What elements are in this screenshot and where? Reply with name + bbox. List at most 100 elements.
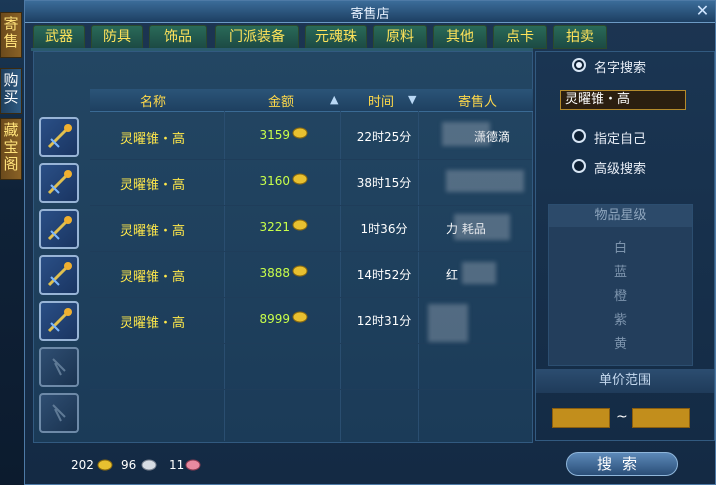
- item-slot[interactable]: [39, 163, 79, 203]
- rarity-orange[interactable]: 橙: [549, 285, 692, 304]
- table-row[interactable]: 灵曜锥・高 3888 14时52分 红: [34, 252, 532, 298]
- radio-self[interactable]: [572, 129, 586, 143]
- item-price: 3221: [259, 220, 290, 234]
- tab-soul-orb[interactable]: 元魂珠: [305, 25, 367, 49]
- silver-amount: 96: [121, 458, 137, 472]
- min-price-input[interactable]: [552, 408, 610, 428]
- item-time-left: 38时15分: [356, 176, 412, 190]
- side-tab-treasure[interactable]: 藏宝阁: [0, 118, 22, 180]
- side-tab-buy-label: 购买: [3, 71, 19, 106]
- table-row[interactable]: 灵曜锥・高 3221 1时36分 力 耗品: [34, 206, 532, 252]
- tab-other[interactable]: 其他: [433, 25, 487, 49]
- gold-coin-icon: [292, 127, 308, 139]
- item-slot[interactable]: [39, 209, 79, 249]
- row-background: [90, 390, 532, 435]
- item-name: 灵曜锥・高: [120, 132, 186, 147]
- tab-accessory[interactable]: 饰品: [149, 25, 207, 49]
- tab-auction[interactable]: 拍卖: [553, 25, 607, 49]
- price-range-title: 单价范围: [536, 369, 714, 393]
- table-row[interactable]: 灵曜锥・高 3160 38时15分: [34, 160, 532, 206]
- table-header: 名称 金额 ▲ 时间 ▼ 寄售人: [90, 89, 533, 112]
- awl-item-icon: [47, 170, 72, 195]
- item-slot[interactable]: [39, 117, 79, 157]
- gold-amount: 202: [71, 458, 94, 472]
- item-slot[interactable]: [39, 255, 79, 295]
- copper-coin-icon: [185, 459, 201, 471]
- title-bar[interactable]: 寄售店 ✕: [25, 1, 715, 23]
- rarity-white[interactable]: 白: [549, 237, 692, 256]
- item-time-left: 12时31分: [356, 314, 412, 328]
- item-time-left: 22时25分: [356, 130, 412, 144]
- header-time[interactable]: 时间: [368, 91, 394, 110]
- empty-item-slot[interactable]: [39, 347, 79, 387]
- table-row[interactable]: 灵曜锥・高 3159 22时25分 潇德滴: [34, 114, 532, 160]
- sort-descending-icon[interactable]: ▼: [408, 93, 416, 106]
- range-separator: ~: [616, 409, 628, 425]
- window-title: 寄售店: [350, 7, 390, 22]
- gold-coin-icon: [292, 219, 308, 231]
- tab-material[interactable]: 原料: [373, 25, 427, 49]
- redacted-mask: [446, 170, 524, 192]
- close-icon[interactable]: ✕: [693, 2, 712, 20]
- gold-coin-icon: [292, 311, 308, 323]
- rarity-title: 物品星级: [549, 205, 692, 227]
- rarity-yellow[interactable]: 黄: [549, 333, 692, 352]
- search-panel: 名字搜索 灵曜锥・高 指定自己 高级搜索 物品星级 白 蓝 橙 紫 黄 单价范围…: [535, 51, 715, 441]
- empty-slot-icon: [52, 404, 66, 422]
- max-price-input[interactable]: [632, 408, 690, 428]
- tab-weapon[interactable]: 武器: [33, 25, 85, 49]
- search-button[interactable]: 搜索: [566, 452, 678, 476]
- item-price: 8999: [259, 312, 290, 326]
- table-row[interactable]: [34, 390, 532, 436]
- item-name: 灵曜锥・高: [120, 178, 186, 193]
- redacted-mask: [462, 262, 496, 284]
- label-name-search: 名字搜索: [594, 61, 647, 76]
- item-time-left: 14时52分: [356, 268, 412, 282]
- header-name[interactable]: 名称: [140, 91, 166, 110]
- item-price: 3160: [259, 174, 290, 188]
- side-tab-consign[interactable]: 寄售: [0, 12, 22, 58]
- item-time-left: 1时36分: [360, 222, 408, 236]
- label-self: 指定自己: [594, 132, 647, 147]
- side-tab-consign-label: 寄售: [3, 15, 19, 50]
- sort-ascending-icon[interactable]: ▲: [330, 93, 338, 106]
- awl-item-icon: [47, 124, 72, 149]
- item-price: 3888: [259, 266, 290, 280]
- radio-advanced-search[interactable]: [572, 159, 586, 173]
- copper-amount: 11: [169, 458, 185, 472]
- empty-item-slot[interactable]: [39, 393, 79, 433]
- tab-point-card[interactable]: 点卡: [493, 25, 547, 49]
- gold-coin-icon: [97, 459, 113, 471]
- awl-item-icon: [47, 216, 72, 241]
- radio-name-search[interactable]: [572, 58, 586, 72]
- label-advanced-search: 高级搜索: [594, 162, 647, 177]
- redacted-mask: [428, 304, 468, 342]
- side-tab-buy[interactable]: 购买: [0, 68, 22, 114]
- rarity-blue[interactable]: 蓝: [549, 261, 692, 280]
- awl-item-icon: [47, 308, 72, 333]
- table-row[interactable]: [34, 344, 532, 390]
- side-tab-treasure-label: 藏宝阁: [3, 121, 19, 173]
- rarity-purple[interactable]: 紫: [549, 309, 692, 328]
- gold-coin-icon: [292, 265, 308, 277]
- item-price: 3159: [259, 128, 290, 142]
- silver-coin-icon: [141, 459, 157, 471]
- item-slot[interactable]: [39, 301, 79, 341]
- consignment-window: 寄售店 ✕ 武器 防具 饰品 门派装备 元魂珠 原料 其他 点卡 拍卖 名称 金…: [24, 0, 716, 485]
- item-name: 灵曜锥・高: [120, 224, 186, 239]
- empty-slot-icon: [52, 358, 66, 376]
- awl-item-icon: [47, 262, 72, 287]
- tab-sect-equipment[interactable]: 门派装备: [215, 25, 299, 49]
- item-name: 灵曜锥・高: [120, 316, 186, 331]
- header-price[interactable]: 金额: [268, 91, 294, 110]
- gold-coin-icon: [292, 173, 308, 185]
- item-name: 灵曜锥・高: [120, 270, 186, 285]
- table-row[interactable]: 灵曜锥・高 8999 12时31分: [34, 298, 532, 344]
- redacted-mask: [454, 214, 510, 240]
- listing-table: 名称 金额 ▲ 时间 ▼ 寄售人 灵曜锥・高 3159 22时25分 潇德滴 灵…: [33, 51, 533, 443]
- header-seller[interactable]: 寄售人: [458, 91, 497, 110]
- rarity-filter: 物品星级 白 蓝 橙 紫 黄: [548, 204, 693, 366]
- redacted-mask: [442, 122, 490, 146]
- tab-armor[interactable]: 防具: [91, 25, 143, 49]
- item-name-input[interactable]: 灵曜锥・高: [560, 90, 686, 110]
